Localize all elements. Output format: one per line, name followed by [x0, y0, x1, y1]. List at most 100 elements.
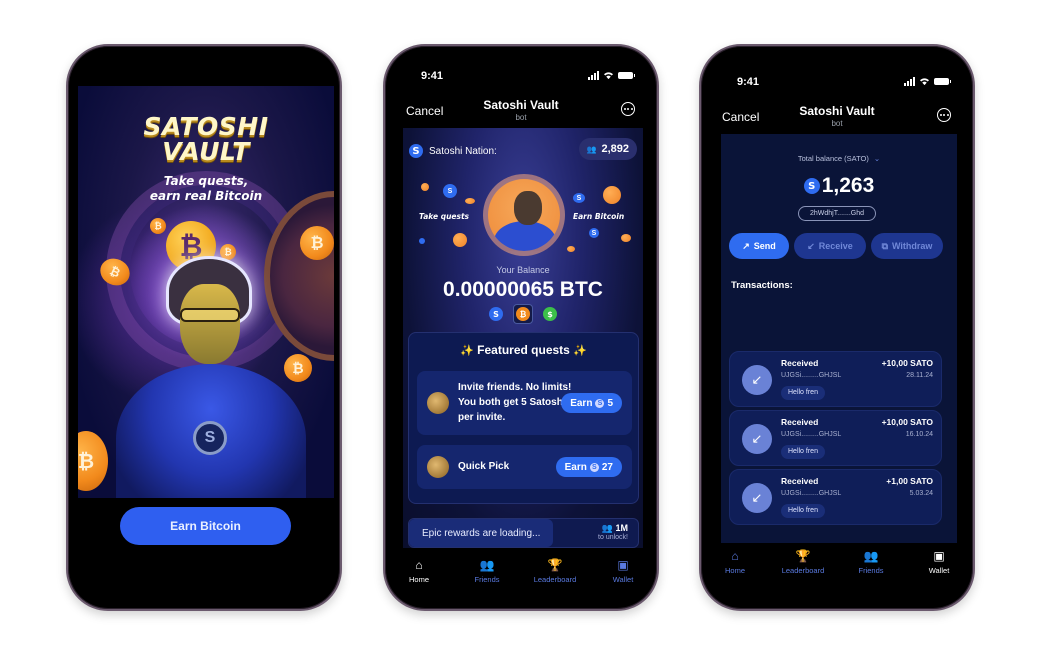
home-icon: ⌂ — [415, 558, 423, 572]
quest-coin-icon — [427, 456, 449, 478]
satoshi-coin-icon — [419, 238, 425, 244]
satoshi-icon: S — [595, 398, 605, 408]
tab-bar: ⌂ Home 👥 Friends 🏆 Leaderboard ▣ Wallet — [385, 558, 657, 598]
tab-home[interactable]: ⌂ Home — [385, 558, 453, 598]
bot-title: Satoshi Vault — [483, 98, 559, 112]
members-count-badge[interactable]: 👥 2,892 — [578, 138, 637, 160]
home-screen: S Satoshi Nation: 👥 2,892 S S S Take que… — [403, 128, 643, 548]
friends-icon: 👥 — [863, 549, 879, 563]
satoshi-logo-icon: S — [409, 144, 423, 158]
bitcoin-coin-icon: ₿ — [78, 431, 108, 491]
earn-reward-button[interactable]: Earn S 5 — [561, 393, 622, 413]
total-balance: S 1,263 — [721, 174, 957, 198]
arrow-up-right-icon: ↗ — [742, 240, 750, 251]
satoshi-coin-icon: S — [589, 228, 599, 238]
tab-leaderboard[interactable]: 🏆 Leaderboard — [769, 549, 837, 589]
users-icon: 👥 — [586, 144, 597, 154]
balance-type-dropdown[interactable]: Total balance (SATO) ⌄ — [721, 154, 957, 163]
bitcoin-coin-icon — [567, 246, 575, 252]
users-icon: 👥 — [601, 523, 613, 533]
wifi-icon — [920, 78, 929, 86]
tab-home[interactable]: ⌂ Home — [701, 549, 769, 589]
signal-icon — [904, 77, 915, 86]
wallet-address[interactable]: 2hWdhjT.......Ghd — [798, 206, 876, 221]
quest-coin-icon — [427, 392, 449, 414]
satoshi-nation-label: S Satoshi Nation: — [409, 144, 497, 158]
bitcoin-coin-icon: ₿ — [150, 218, 166, 234]
transaction-row[interactable]: ↙ Received UJGSi.........GHJSL Hello fre… — [729, 469, 942, 525]
status-bar: 9:41 — [385, 68, 657, 86]
more-options-icon[interactable] — [621, 102, 635, 116]
earn-bitcoin-button[interactable]: Earn Bitcoin — [120, 507, 291, 545]
featured-quests-panel: ✨ Featured quests ✨ Invite friends. No l… — [408, 332, 639, 504]
trophy-icon: 🏆 — [795, 549, 811, 563]
satoshi-coin-icon: S — [443, 184, 457, 198]
telegram-header: Cancel Satoshi Vault bot — [385, 96, 657, 128]
balance-value: 0.00000065 BTC — [443, 278, 603, 301]
satoshi-logo-icon: S — [803, 178, 820, 194]
chevron-down-icon: ⌄ — [873, 154, 881, 163]
tab-friends[interactable]: 👥 Friends — [837, 549, 905, 589]
bitcoin-icon: ₿ — [516, 307, 530, 321]
battery-icon — [618, 72, 635, 79]
withdraw-button[interactable]: ⧉ Withdraw — [871, 233, 943, 259]
bot-subtitle: bot — [831, 119, 843, 128]
telegram-header: Cancel Satoshi Vault bot — [701, 102, 973, 134]
arrow-down-left-icon: ↙ — [742, 483, 772, 513]
phone-home: 9:41 Cancel Satoshi Vault bot S Satoshi … — [383, 44, 659, 611]
transaction-row[interactable]: ↙ Received UJGSi.........GHJSL Hello fre… — [729, 351, 942, 407]
currency-satoshi[interactable]: S — [486, 304, 506, 324]
wallet-icon: ▣ — [617, 558, 629, 572]
phone-wallet: 9:41 Cancel Satoshi Vault bot Total bala… — [699, 44, 975, 611]
bitcoin-coin-icon: ₿ — [284, 354, 312, 382]
progress-goal: 👥 1M to unlock! — [598, 523, 628, 541]
tab-wallet[interactable]: ▣ Wallet — [589, 558, 657, 598]
tab-wallet[interactable]: ▣ Wallet — [905, 549, 973, 589]
satoshi-hero-illustration: S — [116, 256, 306, 498]
home-icon: ⌂ — [731, 549, 739, 563]
status-time: 9:41 — [421, 70, 444, 82]
bitcoin-coin-icon — [453, 233, 467, 247]
quest-card-invite[interactable]: Invite friends. No limits! You both get … — [417, 371, 632, 435]
satoshi-coin-icon: S — [573, 193, 585, 203]
sparkle-icon: ✨ — [573, 345, 587, 357]
wallet-screen: Total balance (SATO) ⌄ S 1,263 2hWdhjT...… — [721, 134, 957, 543]
progress-text: Epic rewards are loading... — [422, 528, 541, 539]
trophy-icon: 🏆 — [547, 558, 563, 572]
status-time: 9:41 — [737, 76, 760, 88]
satoshi-icon: S — [589, 462, 599, 472]
wifi-icon — [604, 72, 613, 80]
earn-reward-button[interactable]: Earn S 27 — [555, 457, 622, 477]
transaction-note: Hello fren — [781, 504, 825, 518]
arrow-down-left-icon: ↙ — [742, 424, 772, 454]
balance-label: Your Balance — [496, 265, 550, 275]
take-quests-label: Take quests — [419, 212, 470, 221]
featured-quests-title: ✨ Featured quests ✨ — [460, 343, 587, 357]
transaction-note: Hello fren — [781, 386, 825, 400]
satoshi-logo-icon: S — [193, 421, 227, 455]
transactions-title: Transactions: — [731, 280, 793, 291]
more-options-icon[interactable] — [937, 108, 951, 122]
bitcoin-coin-icon — [621, 234, 631, 242]
app-logo-title: SATOSHI VAULT — [143, 112, 269, 166]
receive-button[interactable]: ↙ Receive — [794, 233, 866, 259]
transaction-row[interactable]: ↙ Received UJGSi.........GHJSL Hello fre… — [729, 410, 942, 466]
bot-subtitle: bot — [515, 113, 527, 122]
tab-friends[interactable]: 👥 Friends — [453, 558, 521, 598]
currency-selector: S ₿ $ — [403, 304, 643, 324]
currency-dollar[interactable]: $ — [540, 304, 560, 324]
quest-card-quick-pick[interactable]: Quick Pick Earn S 27 — [417, 445, 632, 489]
bitcoin-coin-icon: ₿ — [300, 226, 334, 260]
bitcoin-coin-icon — [603, 186, 621, 204]
tab-leaderboard[interactable]: 🏆 Leaderboard — [521, 558, 589, 598]
bitcoin-coin-icon — [421, 183, 429, 191]
arrow-down-left-icon: ↙ — [742, 365, 772, 395]
dollar-icon: $ — [543, 307, 557, 321]
currency-bitcoin[interactable]: ₿ — [513, 304, 533, 324]
send-button[interactable]: ↗ Send — [729, 233, 789, 259]
wallet-icon: ▣ — [933, 549, 945, 563]
earn-bitcoin-label: Earn Bitcoin — [573, 212, 625, 221]
sparkle-icon: ✨ — [460, 345, 474, 357]
signal-icon — [588, 71, 599, 80]
phone-splash: ₿ ₿ ₿ ₿ ₿ ₿ ₿ S SATOSHI VAULT Take quests… — [66, 44, 342, 611]
